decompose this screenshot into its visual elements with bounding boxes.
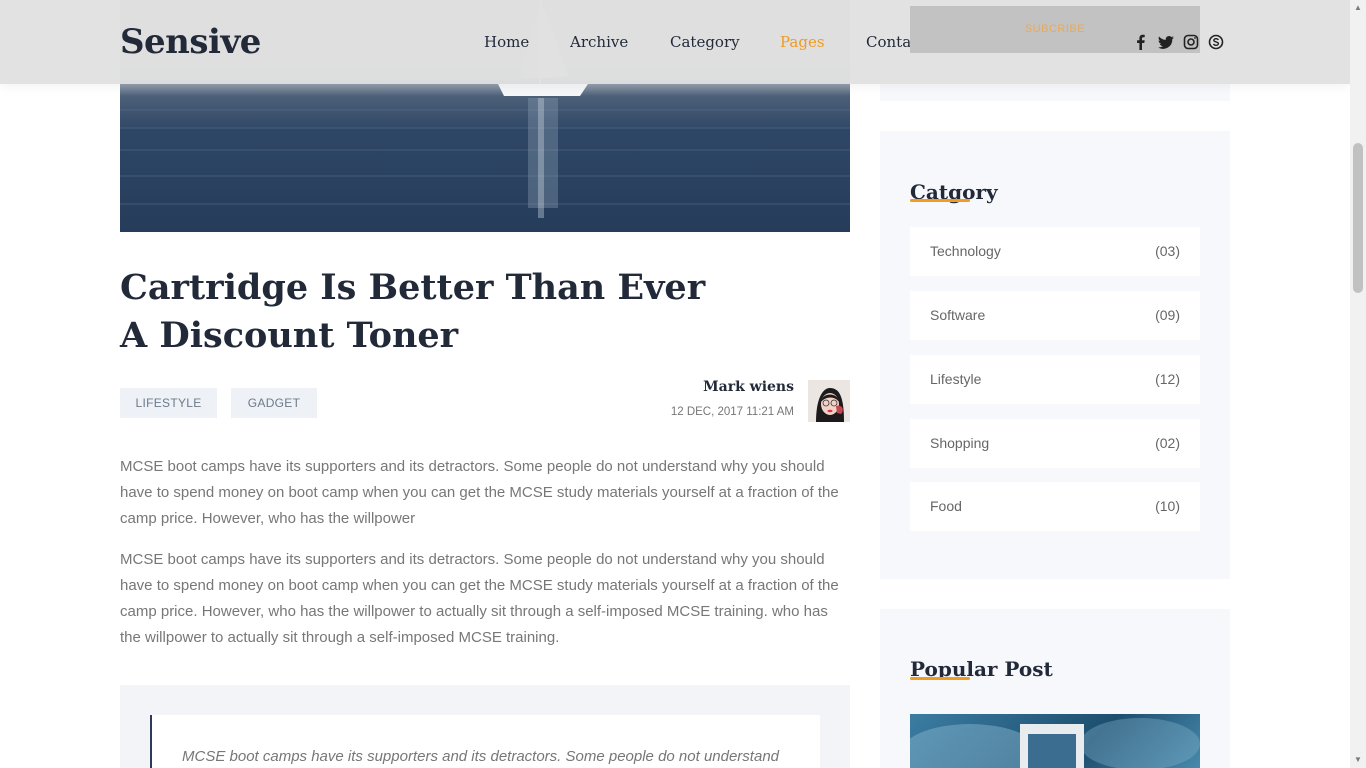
nav-category[interactable]: Category [670, 33, 740, 51]
blockquote-text: MCSE boot camps have its supporters and … [182, 748, 779, 765]
category-item-technology[interactable]: Technology (03) [910, 227, 1200, 276]
category-count: (10) [1155, 498, 1180, 514]
category-widget: Catgory Technology (03) Software (09) Li… [880, 131, 1230, 579]
category-count: (03) [1155, 243, 1180, 259]
tag-lifestyle[interactable]: LIFESTYLE [120, 388, 217, 418]
scroll-up-arrow-icon[interactable]: ▲ [1354, 4, 1362, 12]
instagram-icon[interactable] [1183, 34, 1199, 50]
site-logo[interactable]: Sensive [120, 22, 261, 62]
article-title-line-1: Cartridge Is Better Than Ever [120, 267, 706, 308]
author-photo [808, 380, 850, 422]
category-name: Food [930, 498, 962, 514]
popular-post-image [910, 718, 1200, 768]
nav-pages[interactable]: Pages [780, 33, 825, 51]
nav-home[interactable]: Home [484, 33, 529, 51]
post-date: 12 DEC, 2017 11:21 AM [670, 406, 794, 418]
category-name: Lifestyle [930, 371, 982, 387]
scroll-down-arrow-icon[interactable]: ▼ [1354, 756, 1362, 764]
scrollbar-thumb[interactable] [1353, 143, 1363, 293]
popular-post-thumbnail[interactable] [910, 714, 1200, 768]
popular-post-widget: Popular Post [880, 609, 1230, 768]
category-count: (02) [1155, 435, 1180, 451]
category-item-shopping[interactable]: Shopping (02) [910, 419, 1200, 468]
category-count: (09) [1155, 307, 1180, 323]
twitter-icon[interactable] [1158, 34, 1174, 50]
title-underline [910, 677, 970, 680]
site-header: Sensive Home Archive Category Pages Cont… [0, 0, 1350, 84]
facebook-icon[interactable] [1133, 34, 1149, 50]
title-underline [910, 199, 970, 202]
category-item-software[interactable]: Software (09) [910, 291, 1200, 340]
category-item-lifestyle[interactable]: Lifestyle (12) [910, 355, 1200, 404]
article-paragraph-2: MCSE boot camps have its supporters and … [120, 551, 839, 646]
tag-gadget[interactable]: GADGET [231, 388, 317, 418]
category-name: Shopping [930, 435, 990, 451]
nav-archive[interactable]: Archive [570, 33, 628, 51]
article-title-line-2: A Discount Toner [120, 315, 459, 356]
category-count: (12) [1155, 371, 1180, 387]
author-avatar[interactable] [808, 380, 850, 422]
subscribe-button[interactable]: SUBCRIBE [910, 6, 1200, 53]
category-name: Technology [930, 243, 1001, 259]
category-name: Software [930, 307, 986, 323]
skype-icon[interactable] [1208, 34, 1224, 50]
blockquote: MCSE boot camps have its supporters and … [150, 715, 820, 768]
article-title: Cartridge Is Better Than Ever A Discount… [120, 264, 720, 360]
page-scrollbar[interactable]: ▲ ▼ [1350, 0, 1366, 768]
blockquote-container: MCSE boot camps have its supporters and … [120, 685, 850, 768]
category-item-food[interactable]: Food (10) [910, 482, 1200, 531]
article-paragraph-1: MCSE boot camps have its supporters and … [120, 458, 839, 527]
author-name[interactable]: Mark wiens [703, 379, 794, 395]
